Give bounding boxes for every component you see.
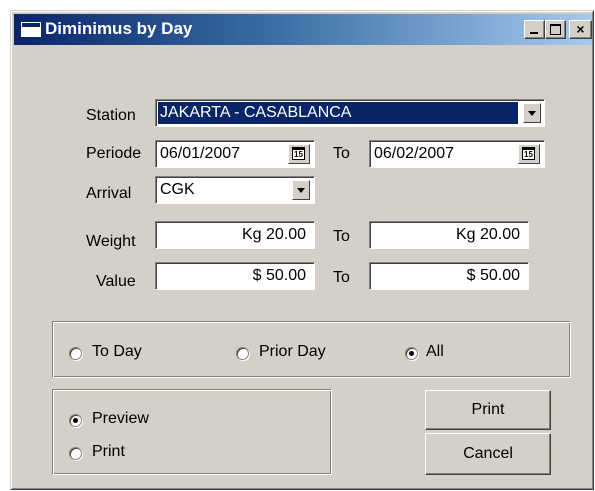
periode-to-label: To	[333, 145, 350, 162]
radio-all-label[interactable]: All	[426, 343, 444, 361]
radio-print[interactable]	[69, 447, 82, 460]
periode-from-value: 06/01/2007	[160, 145, 241, 162]
value-from-field[interactable]: $ 50.00	[155, 262, 315, 290]
periode-to-calendar-button[interactable]: 15	[518, 144, 540, 164]
calendar-icon: 15	[522, 147, 535, 160]
radio-to-day[interactable]	[69, 347, 82, 360]
radio-print-label[interactable]: Print	[92, 443, 125, 461]
close-icon: ×	[576, 21, 585, 37]
radio-prior-day-label[interactable]: Prior Day	[259, 343, 326, 361]
radio-prior-day[interactable]	[236, 347, 249, 360]
arrival-selected-value: CGK	[160, 181, 195, 198]
close-button[interactable]: ×	[569, 20, 592, 39]
weight-label: Weight	[86, 233, 136, 250]
print-button[interactable]: Print	[425, 390, 551, 430]
periode-from-calendar-button[interactable]: 15	[288, 144, 310, 164]
station-dropdown-button[interactable]	[523, 103, 541, 123]
maximize-button[interactable]	[545, 20, 566, 39]
cancel-button[interactable]: Cancel	[425, 433, 551, 475]
weight-from-field[interactable]: Kg 20.00	[155, 221, 315, 249]
arrival-dropdown-button[interactable]	[292, 180, 310, 200]
radio-preview-label[interactable]: Preview	[92, 410, 149, 428]
radio-preview[interactable]	[69, 414, 82, 427]
value-label: Value	[96, 273, 136, 290]
periode-label: Periode	[86, 145, 142, 162]
arrival-label: Arrival	[86, 185, 132, 202]
arrival-select[interactable]: CGK	[155, 176, 315, 204]
window-title: Diminimus by Day	[45, 19, 193, 38]
radio-all[interactable]	[405, 347, 418, 360]
station-label: Station	[86, 107, 136, 124]
window-icon	[21, 22, 41, 37]
weight-to-label: To	[333, 228, 350, 245]
periode-to-value: 06/02/2007	[374, 145, 455, 162]
periode-from-field[interactable]: 06/01/2007 15	[155, 140, 315, 168]
minimize-button[interactable]	[524, 20, 545, 39]
title-bar[interactable]: Diminimus by Day ×	[14, 14, 592, 45]
value-to-label: To	[333, 269, 350, 286]
station-selected-value: JAKARTA - CASABLANCA	[158, 102, 518, 124]
radio-to-day-label[interactable]: To Day	[92, 343, 142, 361]
weight-to-field[interactable]: Kg 20.00	[369, 221, 529, 249]
output-options-group	[52, 389, 332, 475]
calendar-icon: 15	[292, 147, 305, 160]
station-select[interactable]: JAKARTA - CASABLANCA	[155, 99, 545, 127]
value-to-field[interactable]: $ 50.00	[369, 262, 529, 290]
periode-to-field[interactable]: 06/02/2007 15	[369, 140, 545, 168]
